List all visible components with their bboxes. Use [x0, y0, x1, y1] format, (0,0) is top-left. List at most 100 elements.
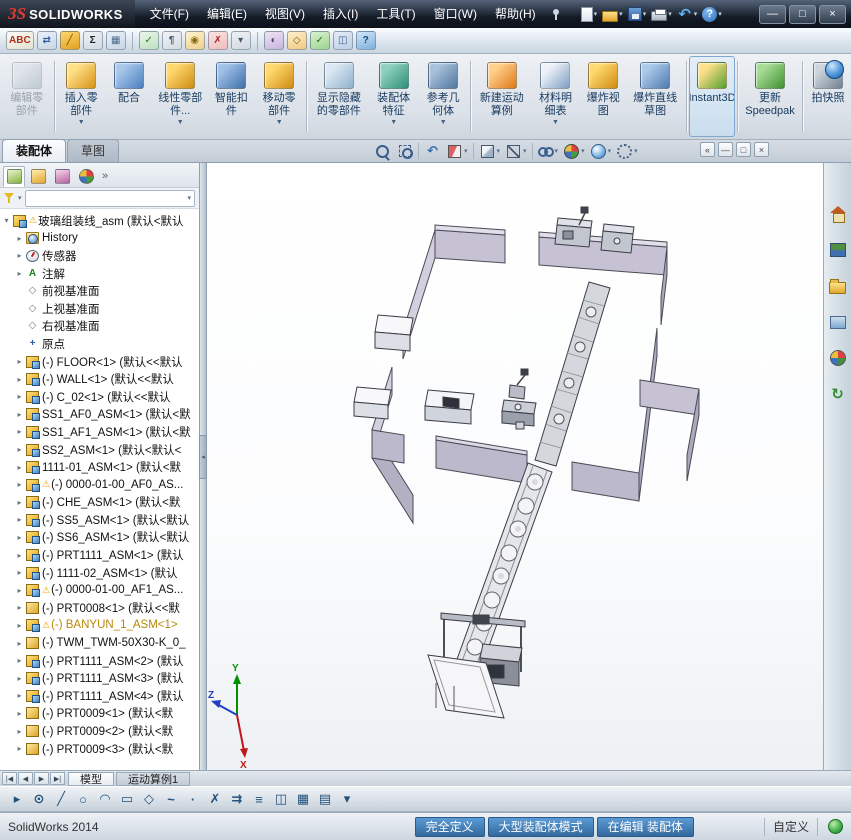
view-settings-button[interactable]: ▾	[614, 141, 640, 161]
performance-evaluation-icon[interactable]: ▦	[105, 31, 126, 50]
reference-geometry-button[interactable]: 参考几何体 ▼	[418, 56, 468, 137]
tab-assembly[interactable]: 装配体	[2, 139, 67, 162]
help-button[interactable]: ? ▾	[700, 5, 724, 24]
tree-item[interactable]: ▸ SS1_AF0_ASM<1> (默认<默	[1, 406, 199, 424]
translate-icon[interactable]: ⇄	[36, 31, 57, 50]
insert-components-button[interactable]: 插入零部件 ▼	[57, 56, 107, 137]
interference-detection-icon[interactable]: ◉	[184, 31, 205, 50]
expand-arrow-icon[interactable]: ▸	[14, 515, 25, 524]
tree-item[interactable]: ▸ (-) PRT1111_ASM<2> (默认	[1, 652, 199, 670]
convert-entities-icon[interactable]: ⇉	[228, 790, 246, 809]
expand-arrow-icon[interactable]: ▾	[1, 216, 12, 225]
display-style-button[interactable]: ▾	[503, 141, 529, 161]
exploded-view-button[interactable]: 爆炸视图	[580, 56, 626, 137]
selection-options-icon[interactable]: ▾	[230, 31, 251, 50]
zoom-to-area-button[interactable]	[394, 141, 415, 161]
select-icon[interactable]: ▸	[8, 790, 26, 809]
show-hidden-components-button[interactable]: 显示隐藏的零部件	[309, 56, 369, 137]
mirror-entities-icon[interactable]: ◫	[272, 790, 290, 809]
tree-item[interactable]: ▸ 1111-01_ASM<1> (默认<默	[1, 458, 199, 476]
new-document-button[interactable]: ▾	[579, 5, 600, 24]
manager-tabs-overflow-icon[interactable]: »	[102, 170, 108, 182]
expand-arrow-icon[interactable]: ▸	[14, 498, 25, 507]
tree-item[interactable]: ◇ 上视基准面	[1, 300, 199, 318]
expand-arrow-icon[interactable]: ▸	[14, 392, 25, 401]
update-speedpak-button[interactable]: 更新 Speedpak	[740, 56, 800, 137]
menu-item[interactable]: 插入(I)	[314, 0, 367, 28]
tree-item[interactable]: ▸ History	[1, 230, 199, 248]
solidworks-resources-sphere-icon[interactable]	[825, 60, 844, 79]
more-sketch-tools-icon[interactable]: ▾	[338, 790, 356, 809]
expand-arrow-icon[interactable]: ▸	[14, 463, 25, 472]
expand-arrow-icon[interactable]: ▸	[14, 603, 25, 612]
filter-dropdown-arrow-icon[interactable]: ▾	[18, 194, 22, 202]
menu-item[interactable]: 窗口(W)	[425, 0, 486, 28]
hide-show-items-button[interactable]: ▾	[536, 141, 561, 161]
polygon-icon[interactable]: ◇	[140, 790, 158, 809]
maximize-button[interactable]: □	[789, 4, 816, 24]
undo-button[interactable]: ↶ ▾	[675, 4, 700, 24]
statistics-icon[interactable]: ¶	[161, 31, 182, 50]
configuration-manager-tab[interactable]	[51, 166, 73, 187]
tab-motion-study-1[interactable]: 运动算例1	[116, 771, 191, 786]
expand-arrow-icon[interactable]: ▸	[14, 674, 25, 683]
rectangle-icon[interactable]: ▭	[118, 790, 136, 809]
tree-item[interactable]: ▸ (-) FLOOR<1> (默认<<默认	[1, 353, 199, 371]
tree-item[interactable]: ▸ ⚠ (-) BANYUN_1_ASM<1>	[1, 617, 199, 635]
menu-item[interactable]: 文件(F)	[141, 0, 198, 28]
expand-arrow-icon[interactable]: ▸	[14, 709, 25, 718]
custom-properties-button[interactable]: ↻	[826, 383, 850, 405]
print-button[interactable]: ▾	[649, 5, 674, 23]
tree-item[interactable]: ▸ 传感器	[1, 247, 199, 265]
menu-item[interactable]: 帮助(H)	[486, 0, 545, 28]
tree-item[interactable]: ▸ (-) PRT0008<1> (默认<<默	[1, 599, 199, 617]
save-button[interactable]: ▾	[626, 5, 649, 23]
explode-line-sketch-button[interactable]: 爆炸直线草图	[626, 56, 684, 137]
tree-item[interactable]: ▸ (-) C_02<1> (默认<<默认	[1, 388, 199, 406]
expand-arrow-icon[interactable]: ▸	[14, 621, 25, 630]
spell-checker-icon[interactable]: ABC	[6, 31, 34, 50]
close-button[interactable]: ×	[819, 4, 846, 24]
panel-splitter[interactable]: ◂	[199, 163, 207, 770]
clearance-check-icon[interactable]: ✗	[207, 31, 228, 50]
offset-entities-icon[interactable]: ≡	[250, 790, 268, 809]
expand-arrow-icon[interactable]: ▸	[14, 586, 25, 595]
expand-arrow-icon[interactable]: ▸	[14, 656, 25, 665]
tree-item[interactable]: ▸ (-) 1111-02_ASM<1> (默认	[1, 564, 199, 582]
tab-sketch[interactable]: 草图	[67, 139, 120, 162]
doc-close-button[interactable]: ×	[754, 142, 769, 157]
tree-item[interactable]: ▸ (-) PRT0009<3> (默认<默	[1, 740, 199, 758]
assembly-transparency-icon[interactable]: ◇	[286, 31, 307, 50]
display-manager-tab[interactable]	[75, 166, 97, 187]
bill-of-materials-button[interactable]: 材料明细表 ▼	[531, 56, 581, 137]
expand-arrow-icon[interactable]: ▸	[14, 234, 25, 243]
circle-icon[interactable]: ○	[74, 790, 92, 809]
expand-arrow-icon[interactable]: ▸	[14, 744, 25, 753]
grid-icon[interactable]: ▤	[316, 790, 334, 809]
edit-component-button[interactable]: 编辑零部件	[2, 56, 52, 137]
tree-item[interactable]: ▸ (-) PRT1111_ASM<4> (默认	[1, 687, 199, 705]
expand-arrow-icon[interactable]: ▸	[14, 427, 25, 436]
tree-item[interactable]: ▸ SS2_ASM<1> (默认<默认<	[1, 441, 199, 459]
mate-button[interactable]: 配合	[106, 56, 152, 137]
design-library-button[interactable]	[826, 239, 850, 261]
study-nav-button[interactable]: |◀	[2, 772, 17, 785]
tree-item[interactable]: ▸ (-) SS6_ASM<1> (默认<默认	[1, 529, 199, 547]
expand-arrow-icon[interactable]: ▸	[14, 551, 25, 560]
expand-arrow-icon[interactable]: ▸	[14, 533, 25, 542]
linear-sketch-pattern-icon[interactable]: ▦	[294, 790, 312, 809]
expand-arrow-icon[interactable]: ▸	[14, 727, 25, 736]
expand-arrow-icon[interactable]: ▸	[14, 375, 25, 384]
zoom-fit-button[interactable]	[372, 141, 393, 161]
graphics-area[interactable]: Y Z X	[207, 163, 823, 770]
expand-arrow-icon[interactable]: ▸	[14, 445, 25, 454]
property-manager-tab[interactable]	[27, 166, 49, 187]
expand-arrow-icon[interactable]: ▸	[14, 691, 25, 700]
appearance-filter-icon[interactable]: ◐	[263, 31, 284, 50]
edit-appearance-button[interactable]: ▾	[561, 141, 587, 161]
new-motion-study-button[interactable]: 新建运动算例	[473, 56, 531, 137]
section-view-button[interactable]: ▾	[444, 141, 470, 161]
compare-documents-icon[interactable]: ◫	[332, 31, 353, 50]
study-nav-button[interactable]: ◀	[18, 772, 33, 785]
tree-item[interactable]: ▸ (-) SS5_ASM<1> (默认<默认	[1, 511, 199, 529]
